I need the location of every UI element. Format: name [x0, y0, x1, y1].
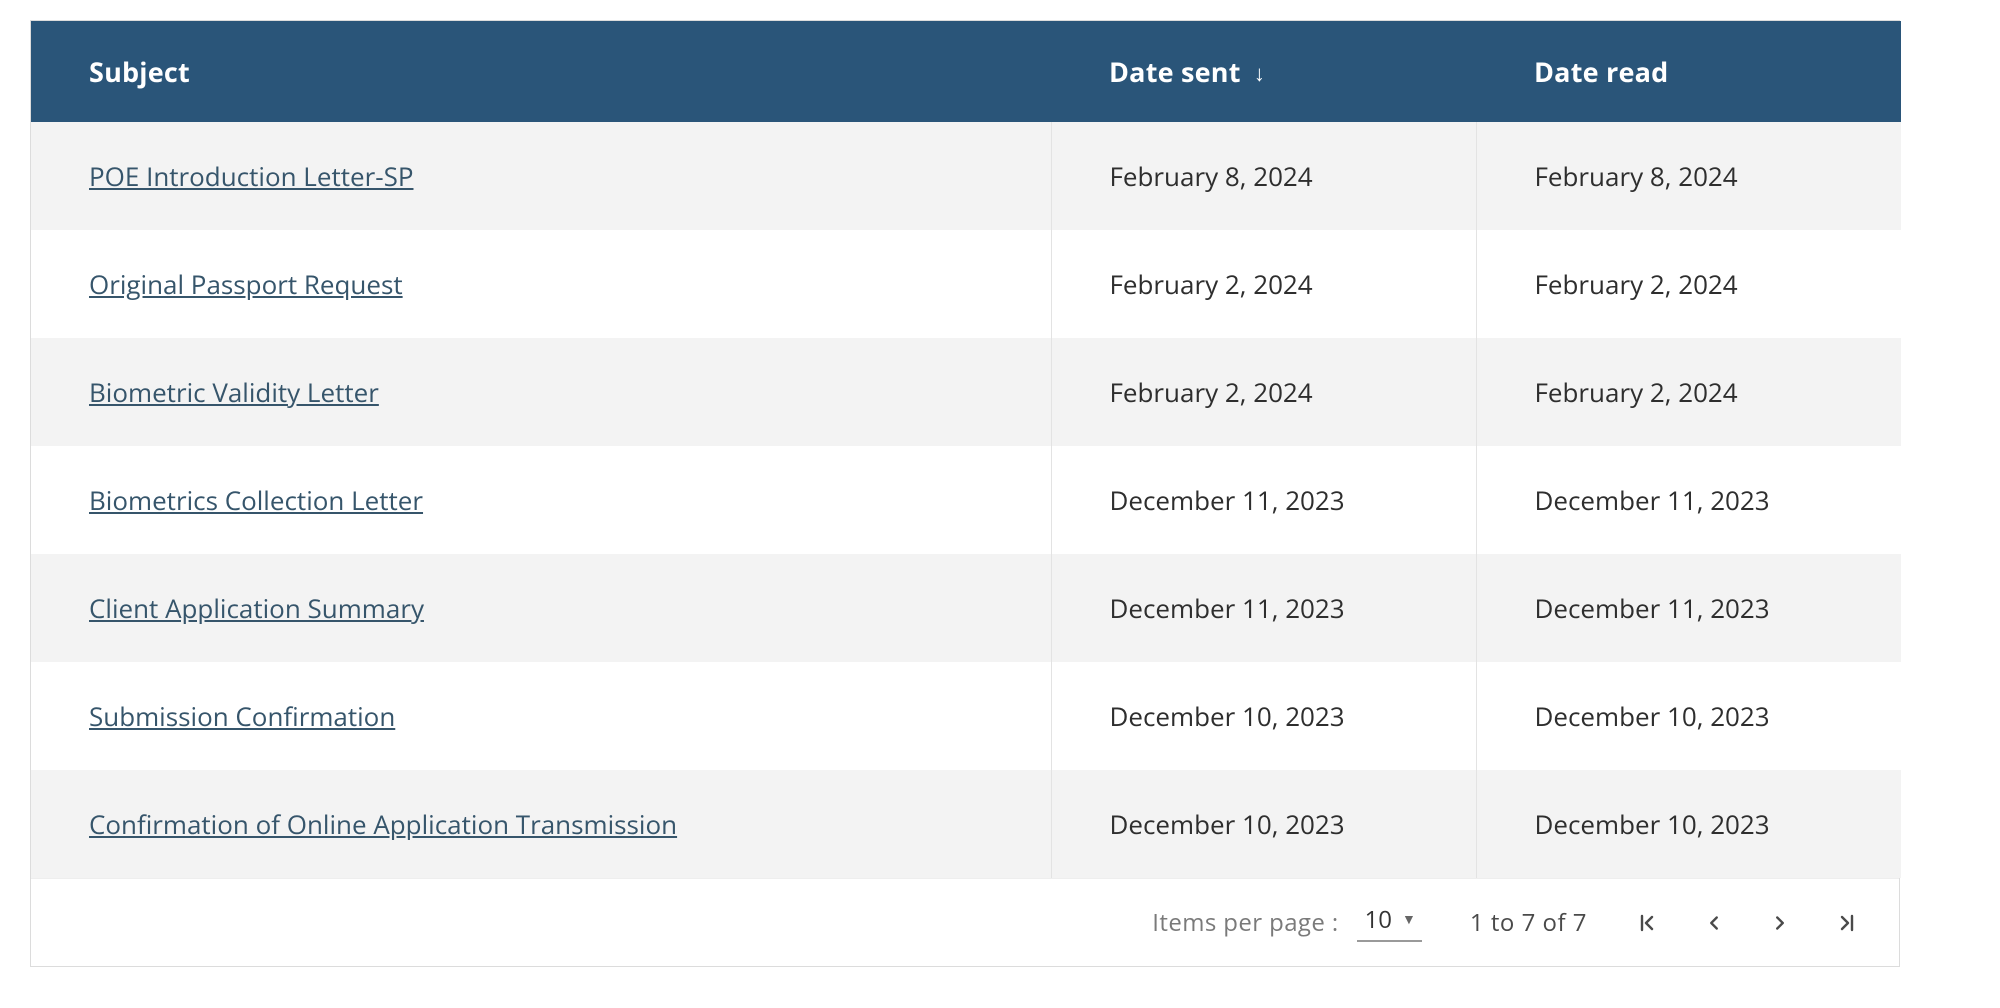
next-page-button[interactable]: [1769, 912, 1791, 934]
cell-subject: Biometrics Collection Letter: [31, 446, 1051, 554]
cell-date-read: December 11, 2023: [1476, 446, 1901, 554]
cell-subject: POE Introduction Letter-SP: [31, 122, 1051, 230]
pagination-bar: Items per page : 10 ▼ 1 to 7 of 7: [31, 878, 1899, 966]
subject-link[interactable]: Submission Confirmation: [89, 698, 395, 734]
items-per-page-select[interactable]: 10 ▼: [1357, 903, 1422, 942]
items-per-page-value: 10: [1365, 903, 1392, 936]
chevron-right-icon: [1769, 912, 1791, 934]
cell-date-sent: December 11, 2023: [1051, 446, 1476, 554]
chevron-left-icon: [1703, 912, 1725, 934]
cell-date-read: December 11, 2023: [1476, 554, 1901, 662]
table-row: Submission Confirmation December 10, 2023…: [31, 662, 1901, 770]
column-header-date-sent-label: Date sent: [1109, 53, 1241, 90]
table-row: Confirmation of Online Application Trans…: [31, 770, 1901, 878]
cell-subject: Submission Confirmation: [31, 662, 1051, 770]
last-page-icon: [1835, 911, 1859, 935]
table-row: Biometric Validity Letter February 2, 202…: [31, 338, 1901, 446]
items-per-page-group: Items per page : 10 ▼: [1152, 903, 1422, 942]
caret-down-icon: ▼: [1402, 910, 1416, 929]
first-page-button[interactable]: [1635, 911, 1659, 935]
column-header-date-read-label: Date read: [1534, 53, 1668, 90]
subject-link[interactable]: Biometrics Collection Letter: [89, 482, 423, 518]
column-header-subject[interactable]: Subject: [31, 21, 1051, 122]
subject-link[interactable]: Client Application Summary: [89, 590, 424, 626]
cell-date-sent: February 8, 2024: [1051, 122, 1476, 230]
arrow-down-icon: ↓: [1254, 58, 1265, 88]
cell-date-sent: December 10, 2023: [1051, 662, 1476, 770]
items-per-page-label: Items per page :: [1152, 906, 1338, 939]
last-page-button[interactable]: [1835, 911, 1859, 935]
subject-link[interactable]: Original Passport Request: [89, 266, 403, 302]
cell-date-read: February 2, 2024: [1476, 338, 1901, 446]
table-row: Client Application Summary December 11, 2…: [31, 554, 1901, 662]
column-header-subject-label: Subject: [89, 53, 190, 90]
table-row: Original Passport Request February 2, 202…: [31, 230, 1901, 338]
first-page-icon: [1635, 911, 1659, 935]
cell-date-sent: December 11, 2023: [1051, 554, 1476, 662]
cell-date-sent: December 10, 2023: [1051, 770, 1476, 878]
pagination-nav: [1635, 911, 1859, 935]
cell-subject: Biometric Validity Letter: [31, 338, 1051, 446]
prev-page-button[interactable]: [1703, 912, 1725, 934]
cell-date-read: December 10, 2023: [1476, 662, 1901, 770]
pagination-range: 1 to 7 of 7: [1470, 906, 1587, 939]
cell-subject: Confirmation of Online Application Trans…: [31, 770, 1051, 878]
cell-subject: Client Application Summary: [31, 554, 1051, 662]
cell-date-read: February 8, 2024: [1476, 122, 1901, 230]
cell-subject: Original Passport Request: [31, 230, 1051, 338]
subject-link[interactable]: Confirmation of Online Application Trans…: [89, 806, 677, 842]
column-header-date-sent[interactable]: Date sent ↓: [1051, 21, 1476, 122]
cell-date-read: December 10, 2023: [1476, 770, 1901, 878]
table-header-row: Subject Date sent ↓ Date read: [31, 21, 1901, 122]
column-header-date-read[interactable]: Date read: [1476, 21, 1901, 122]
subject-link[interactable]: Biometric Validity Letter: [89, 374, 379, 410]
cell-date-sent: February 2, 2024: [1051, 230, 1476, 338]
messages-table: Subject Date sent ↓ Date read POE Introd…: [31, 21, 1901, 878]
table-row: Biometrics Collection Letter December 11,…: [31, 446, 1901, 554]
table-row: POE Introduction Letter-SP February 8, 20…: [31, 122, 1901, 230]
cell-date-sent: February 2, 2024: [1051, 338, 1476, 446]
messages-table-container: Subject Date sent ↓ Date read POE Introd…: [30, 20, 1900, 967]
cell-date-read: February 2, 2024: [1476, 230, 1901, 338]
subject-link[interactable]: POE Introduction Letter-SP: [89, 158, 413, 194]
